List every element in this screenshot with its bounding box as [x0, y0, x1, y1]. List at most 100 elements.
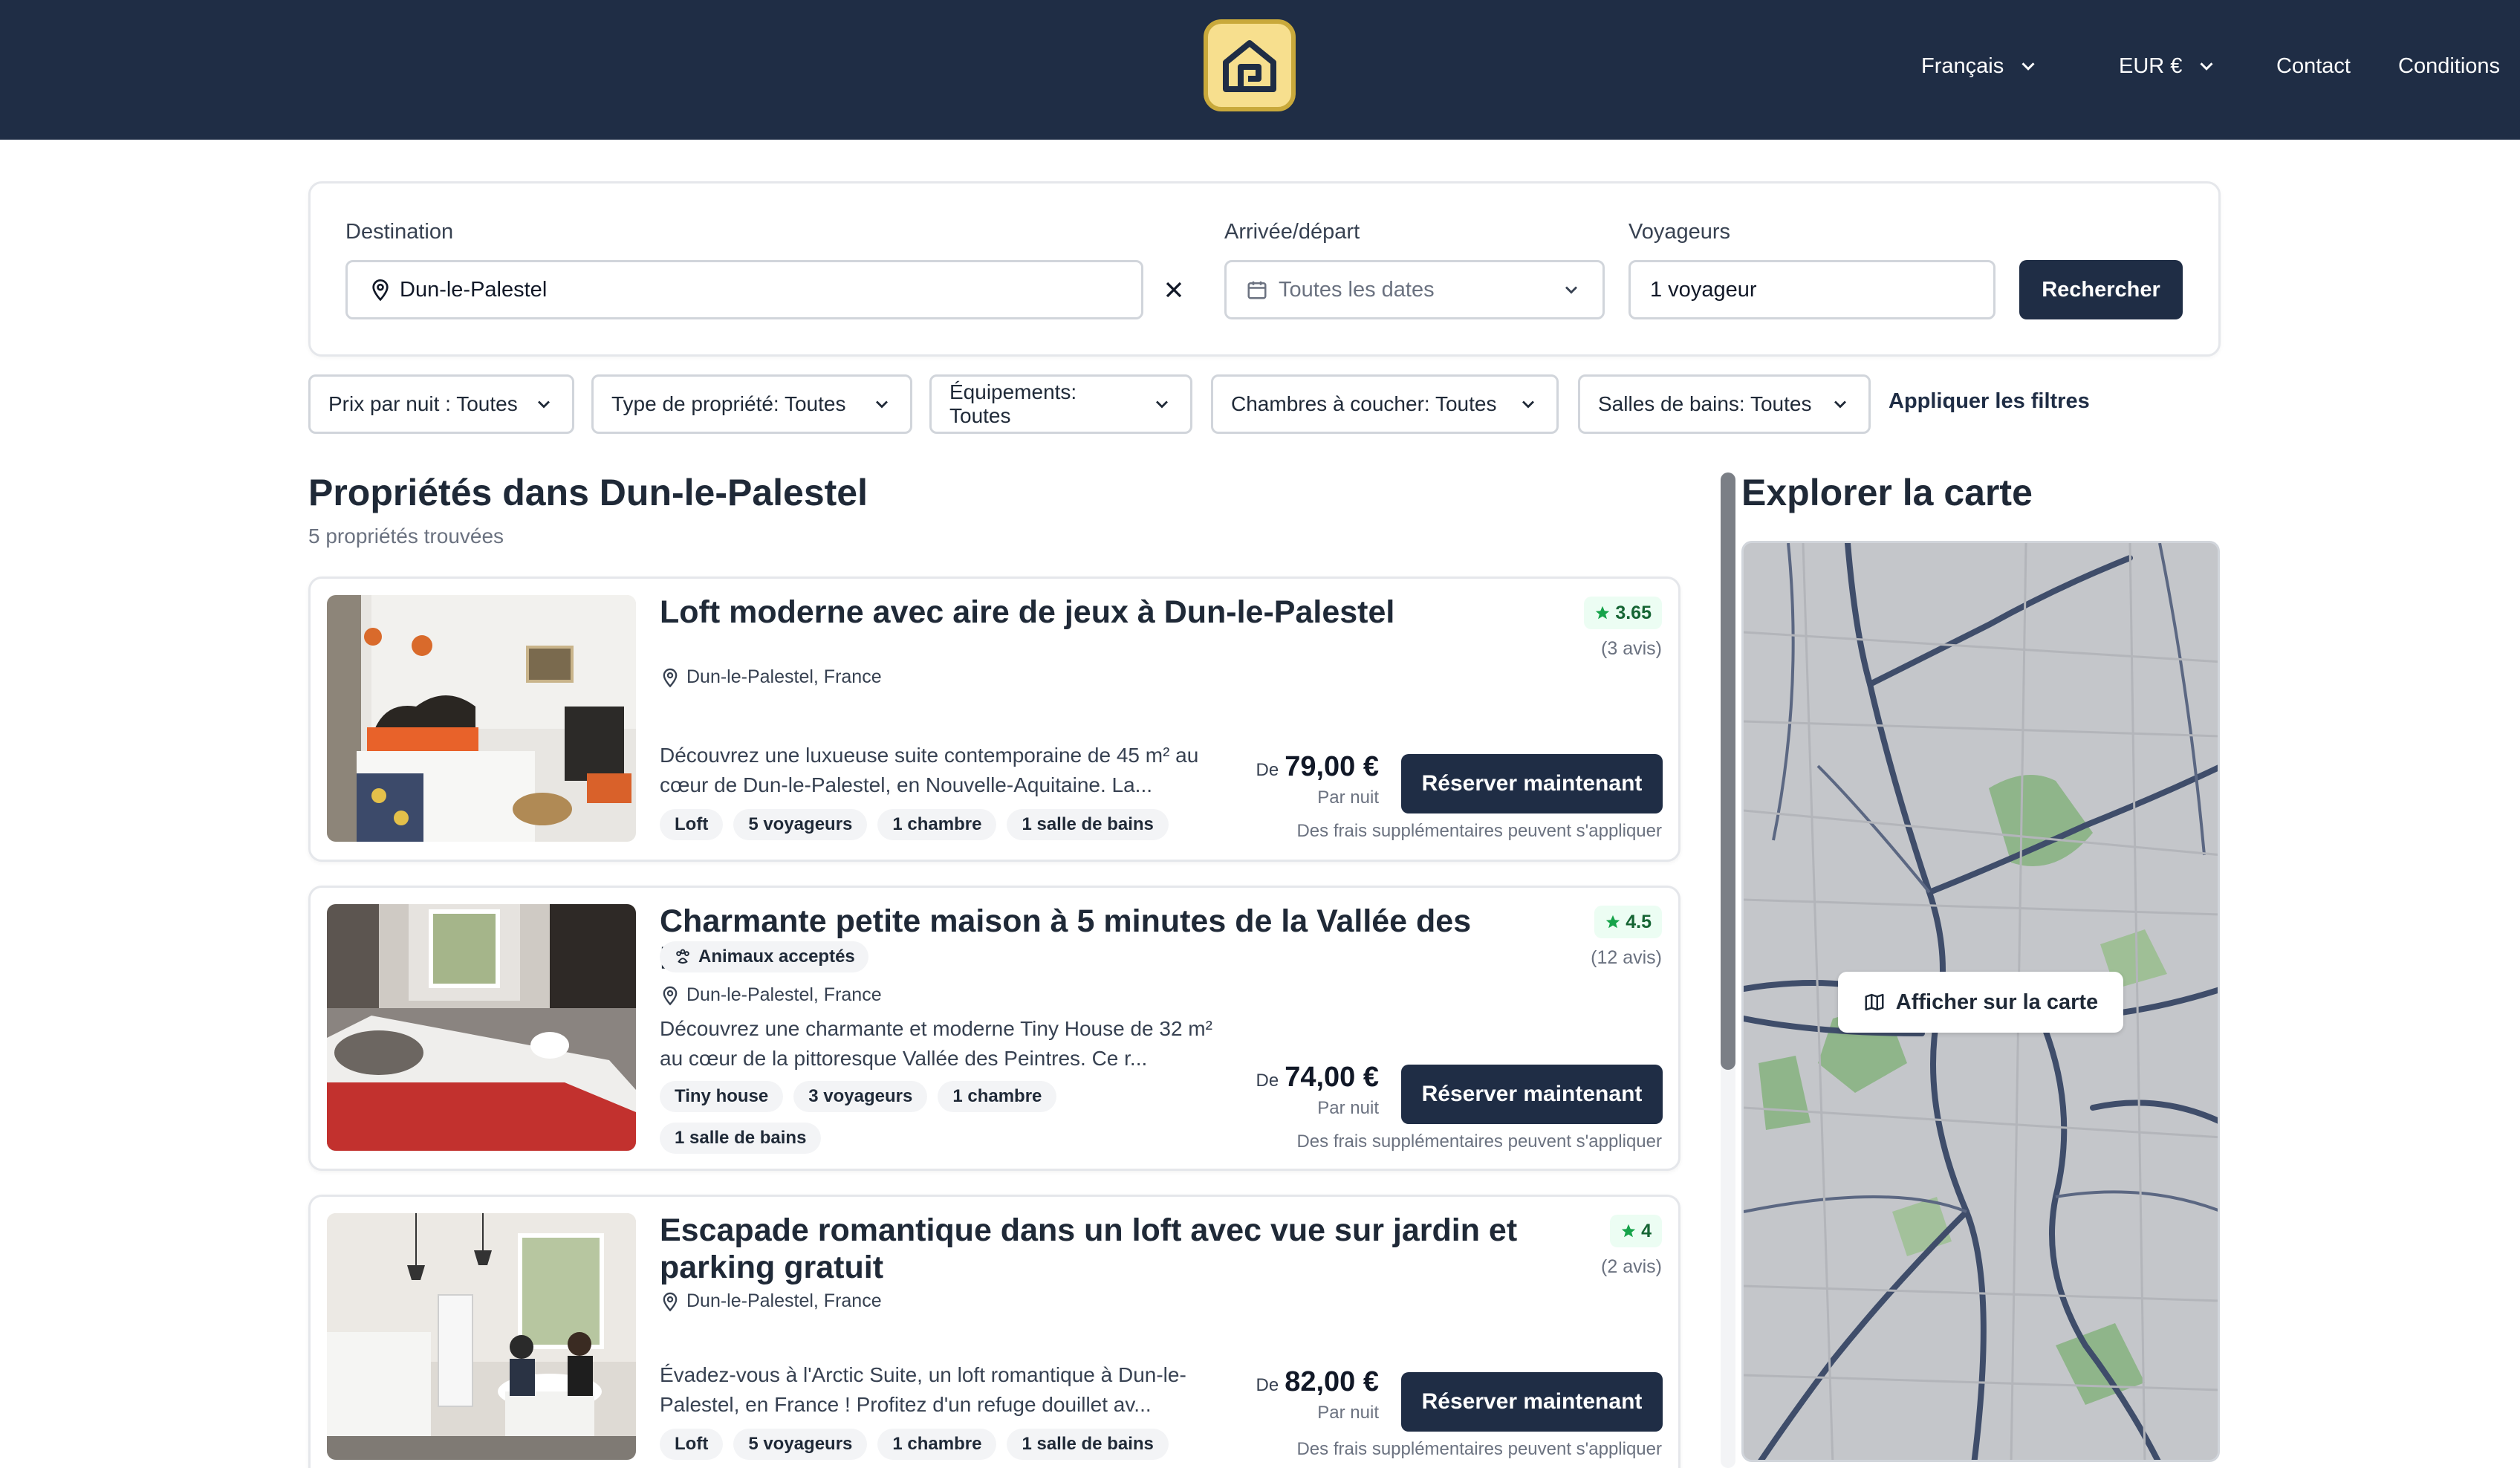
chevron-down-icon	[1156, 400, 1168, 409]
amenities-filter-label: Équipements: Toutes	[949, 380, 1077, 427]
tag: Tiny house	[660, 1081, 784, 1112]
chevron-down-icon	[1834, 400, 1846, 409]
price-amount: 74,00 €	[1285, 1062, 1379, 1093]
close-icon	[1166, 282, 1182, 298]
chevron-down-icon	[876, 400, 888, 409]
tag: 3 voyageurs	[793, 1081, 928, 1112]
currency-label: EUR €	[2119, 53, 2183, 78]
map-title: Explorer la carte	[1741, 472, 2033, 513]
pets-allowed-badge: Animaux acceptés	[660, 941, 868, 972]
chevron-down-icon	[2021, 62, 2035, 71]
property-title[interactable]: Escapade romantique dans un loft avec vu…	[660, 1212, 1581, 1286]
conditions-link[interactable]: Conditions	[2398, 48, 2500, 85]
tag: 1 chambre	[877, 1429, 997, 1460]
location-text: Dun-le-Palestel, France	[686, 1290, 882, 1311]
home-logo-icon[interactable]	[1204, 19, 1296, 111]
dates-picker[interactable]: Toutes les dates	[1224, 260, 1605, 319]
property-photo[interactable]	[327, 904, 636, 1151]
property-card[interactable]: Escapade romantique dans un loft avec vu…	[308, 1195, 1680, 1468]
chevron-down-icon	[1522, 400, 1534, 409]
book-now-button[interactable]: Réserver maintenant	[1401, 754, 1663, 813]
property-card[interactable]: Charmante petite maison à 5 minutes de l…	[308, 886, 1680, 1171]
search-button[interactable]: Rechercher	[2019, 260, 2183, 319]
location-text: Dun-le-Palestel, France	[686, 984, 882, 1005]
results-scrollbar-thumb[interactable]	[1721, 472, 1735, 1070]
tag: 1 salle de bains	[1007, 1429, 1169, 1460]
map-pin-icon	[372, 279, 389, 302]
apply-filters-link[interactable]: Appliquer les filtres	[1889, 389, 2090, 414]
map-pin-icon	[663, 986, 678, 1005]
tag: Loft	[660, 1429, 724, 1460]
show-on-map-label: Afficher sur la carte	[1895, 990, 2099, 1014]
star-icon	[1621, 1224, 1636, 1238]
per-night-label: Par nuit	[1317, 1098, 1379, 1118]
property-tags: Loft 5 voyageurs 1 chambre 1 salle de ba…	[660, 1429, 1224, 1460]
currency-selector[interactable]: EUR €	[2119, 48, 2218, 85]
reviews-count: (12 avis)	[1591, 947, 1662, 968]
star-icon	[1596, 605, 1610, 620]
per-night-label: Par nuit	[1317, 1403, 1379, 1423]
fees-note: Des frais supplémentaires peuvent s'appl…	[1296, 1131, 1662, 1152]
book-now-button[interactable]: Réserver maintenant	[1401, 1372, 1663, 1432]
rating-value: 4	[1641, 1220, 1652, 1241]
per-night-label: Par nuit	[1317, 787, 1379, 808]
fees-note: Des frais supplémentaires peuvent s'appl…	[1296, 821, 1662, 841]
rating-badge: 3.65	[1584, 597, 1662, 629]
property-title[interactable]: Loft moderne avec aire de jeux à Dun-le-…	[660, 594, 1581, 631]
property-tags: Tiny house 3 voyageurs 1 chambre 1 salle…	[660, 1081, 1224, 1154]
price-filter-label: Prix par nuit : Toutes	[328, 392, 518, 415]
map-pin-icon	[663, 668, 678, 687]
price-from-label: De	[1256, 1375, 1279, 1395]
price-from-label: De	[1256, 1071, 1279, 1091]
price-block: De 74,00 € Par nuit	[1245, 1062, 1379, 1119]
property-photo[interactable]	[327, 1213, 636, 1460]
chevron-down-icon	[1565, 286, 1577, 294]
travelers-label: Voyageurs	[1628, 220, 1731, 244]
travelers-value: 1 voyageur	[1650, 277, 1757, 302]
amenities-filter[interactable]: Équipements: Toutes	[929, 374, 1192, 434]
map-pin-icon	[663, 1292, 678, 1311]
rating-badge: 4	[1610, 1215, 1662, 1247]
tag: 1 salle de bains	[1007, 809, 1169, 840]
tag: 5 voyageurs	[733, 809, 868, 840]
bedrooms-filter[interactable]: Chambres à coucher: Toutes	[1211, 374, 1559, 434]
paw-icon	[676, 949, 689, 964]
price-block: De 79,00 € Par nuit	[1245, 751, 1379, 808]
reviews-count: (2 avis)	[1601, 1256, 1662, 1277]
destination-label: Destination	[345, 220, 454, 244]
badge-label: Animaux acceptés	[698, 946, 855, 967]
contact-link[interactable]: Contact	[2276, 48, 2351, 85]
destination-input[interactable]: Dun-le-Palestel	[345, 260, 1143, 319]
price-from-label: De	[1256, 760, 1279, 780]
travelers-input[interactable]: 1 voyageur	[1628, 260, 1995, 319]
property-type-filter[interactable]: Type de propriété: Toutes	[591, 374, 912, 434]
reviews-count: (3 avis)	[1601, 638, 1662, 659]
tag: 5 voyageurs	[733, 1429, 868, 1460]
property-location: Dun-le-Palestel, France	[660, 984, 882, 1006]
price-amount: 82,00 €	[1285, 1366, 1379, 1397]
language-selector[interactable]: Français	[1921, 48, 2039, 85]
top-header: Français EUR € Contact Conditions	[0, 0, 2520, 140]
show-on-map-button[interactable]: Afficher sur la carte	[1838, 972, 2123, 1033]
location-text: Dun-le-Palestel, France	[686, 666, 882, 687]
chevron-down-icon	[2200, 62, 2213, 71]
book-now-button[interactable]: Réserver maintenant	[1401, 1065, 1663, 1124]
price-filter[interactable]: Prix par nuit : Toutes	[308, 374, 574, 434]
property-location: Dun-le-Palestel, France	[660, 1290, 882, 1312]
tag: 1 chambre	[877, 809, 997, 840]
star-icon	[1606, 915, 1620, 929]
language-label: Français	[1921, 53, 2004, 78]
clear-destination-button[interactable]	[1160, 276, 1187, 303]
property-description: Découvrez une luxueuse suite contemporai…	[660, 744, 1199, 796]
rating-value: 3.65	[1615, 602, 1652, 623]
results-title: Propriétés dans Dun-le-Palestel	[308, 472, 868, 513]
map-icon	[1865, 993, 1884, 1011]
bathrooms-filter[interactable]: Salles de bains: Toutes	[1578, 374, 1871, 434]
price-block: De 82,00 € Par nuit	[1245, 1366, 1379, 1423]
property-photo[interactable]	[327, 595, 636, 842]
property-type-filter-label: Type de propriété: Toutes	[611, 392, 846, 415]
property-description: Évadez-vous à l'Arctic Suite, un loft ro…	[660, 1363, 1186, 1416]
property-card[interactable]: Loft moderne avec aire de jeux à Dun-le-…	[308, 577, 1680, 862]
property-location: Dun-le-Palestel, France	[660, 666, 882, 688]
dates-placeholder: Toutes les dates	[1279, 277, 1435, 302]
